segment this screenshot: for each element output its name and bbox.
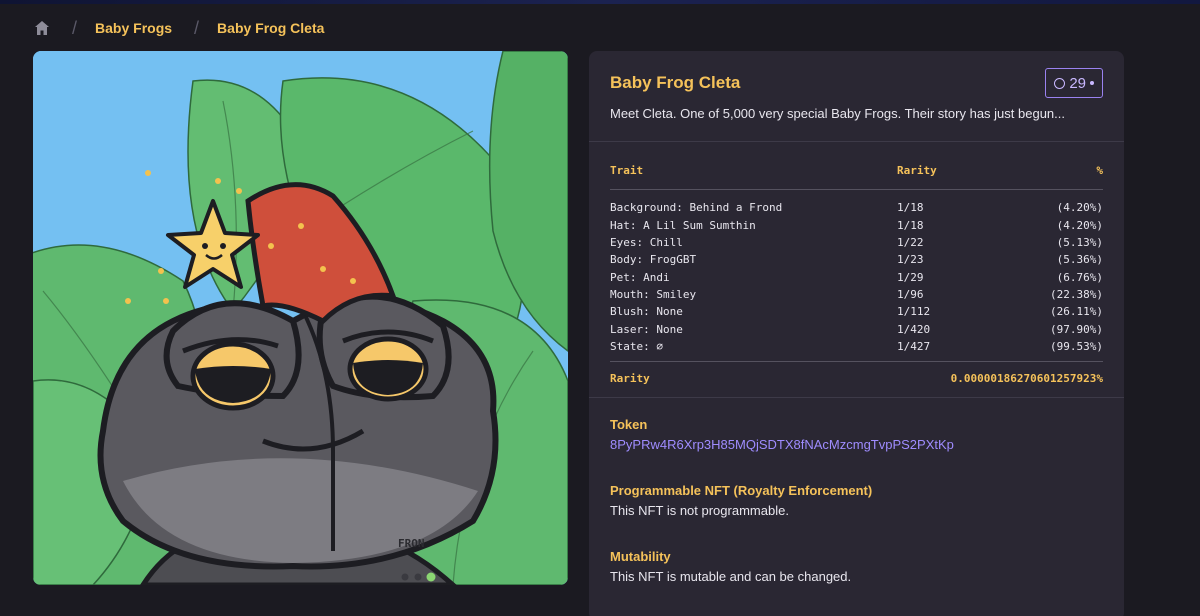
trait-row: Body: FrogGBT 1/23 (5.36%) bbox=[610, 251, 1103, 268]
programmable-label: Programmable NFT (Royalty Enforcement) bbox=[610, 483, 873, 498]
trait-percent: (97.90%) bbox=[1050, 322, 1103, 336]
trait-rarity: 1/22 bbox=[897, 236, 924, 250]
trait-percent: (99.53%) bbox=[1050, 339, 1103, 353]
trait-name: Background: Behind a Frond bbox=[610, 201, 783, 215]
traits-table-body: Background: Behind a Frond 1/18 (4.20%) Hat… bbox=[610, 199, 1103, 362]
trait-percent: (5.13%) bbox=[1056, 236, 1103, 250]
home-icon[interactable] bbox=[34, 20, 50, 36]
trait-rarity: 1/23 bbox=[897, 253, 924, 267]
trait-percent: (22.38%) bbox=[1050, 287, 1103, 301]
trait-percent: (5.36%) bbox=[1056, 253, 1103, 267]
token-section: Token 8PyPRw4R6Xrp3H85MQjSDTX8fNAcMzcmgT… bbox=[589, 417, 1124, 452]
traits-table-header: Trait Rarity % bbox=[610, 162, 1103, 191]
ring-icon bbox=[1054, 77, 1066, 89]
trait-name: State: ∅ bbox=[610, 339, 663, 353]
trait-row: Mouth: Smiley 1/96 (22.38%) bbox=[610, 286, 1103, 303]
breadcrumb-separator: / bbox=[194, 17, 200, 38]
svg-text:FRON: FRON bbox=[398, 537, 425, 550]
trait-column-header: Trait bbox=[610, 164, 644, 178]
traits-table: Trait Rarity % Background: Behind a Fron… bbox=[589, 142, 1124, 398]
trait-percent: (26.11%) bbox=[1050, 305, 1103, 319]
trait-rarity: 1/18 bbox=[897, 201, 924, 215]
trait-row: Hat: A Lil Sum Sumthin 1/18 (4.20%) bbox=[610, 217, 1103, 234]
breadcrumb-separator: / bbox=[72, 17, 78, 38]
trait-row: Pet: Andi 1/29 (6.76%) bbox=[610, 268, 1103, 285]
trait-row: Eyes: Chill 1/22 (5.13%) bbox=[610, 234, 1103, 251]
count-badge[interactable]: 29 bbox=[1045, 68, 1103, 98]
trait-row: Blush: None 1/112 (26.11%) bbox=[610, 303, 1103, 320]
trait-name: Hat: A Lil Sum Sumthin bbox=[610, 218, 756, 232]
mutability-section: Mutability This NFT is mutable and can b… bbox=[589, 549, 1124, 584]
total-rarity-value: 0.00000186270601257923% bbox=[950, 372, 1103, 386]
trait-rarity: 1/427 bbox=[897, 339, 931, 353]
nft-details-panel: Baby Frog Cleta 29 Meet Cleta. One of 5,… bbox=[589, 51, 1124, 616]
trait-name: Pet: Andi bbox=[610, 270, 670, 284]
top-accent-bar bbox=[0, 0, 1200, 4]
mutability-label: Mutability bbox=[610, 549, 671, 564]
breadcrumb-item-current[interactable]: Baby Frog Cleta bbox=[217, 20, 324, 36]
dot-icon bbox=[1090, 81, 1094, 85]
trait-row: State: ∅ 1/427 (99.53%) bbox=[610, 338, 1103, 355]
total-rarity-label: Rarity bbox=[610, 372, 650, 386]
trait-row: Background: Behind a Frond 1/18 (4.20%) bbox=[610, 199, 1103, 216]
trait-rarity: 1/112 bbox=[897, 305, 931, 319]
nft-description: Meet Cleta. One of 5,000 very special Ba… bbox=[610, 106, 1065, 121]
badge-count: 29 bbox=[1069, 74, 1086, 92]
nft-title: Baby Frog Cleta bbox=[610, 73, 741, 92]
programmable-section: Programmable NFT (Royalty Enforcement) T… bbox=[589, 483, 1124, 518]
token-address-link[interactable]: 8PyPRw4R6Xrp3H85MQjSDTX8fNAcMzcmgTvpPS2P… bbox=[610, 437, 1103, 452]
trait-rarity: 1/96 bbox=[897, 287, 924, 301]
total-rarity-row: Rarity 0.00000186270601257923% bbox=[610, 370, 1103, 387]
trait-percent: (4.20%) bbox=[1056, 218, 1103, 232]
trait-name: Eyes: Chill bbox=[610, 236, 683, 250]
trait-name: Body: FrogGBT bbox=[610, 253, 697, 267]
breadcrumb-item-baby-frogs[interactable]: Baby Frogs bbox=[95, 20, 172, 36]
trait-name: Laser: None bbox=[610, 322, 683, 336]
rarity-column-header: Rarity bbox=[897, 164, 937, 178]
percent-column-header: % bbox=[1096, 164, 1103, 178]
trait-row: Laser: None 1/420 (97.90%) bbox=[610, 320, 1103, 337]
trait-name: Mouth: Smiley bbox=[610, 287, 697, 301]
nft-artwork: FRON bbox=[33, 51, 568, 585]
breadcrumb: / Baby Frogs / Baby Frog Cleta bbox=[34, 18, 324, 38]
trait-rarity: 1/18 bbox=[897, 218, 924, 232]
details-header: Baby Frog Cleta 29 Meet Cleta. One of 5,… bbox=[589, 51, 1124, 142]
trait-name: Blush: None bbox=[610, 305, 683, 319]
trait-rarity: 1/29 bbox=[897, 270, 924, 284]
trait-percent: (4.20%) bbox=[1056, 201, 1103, 215]
trait-rarity: 1/420 bbox=[897, 322, 931, 336]
token-label: Token bbox=[610, 417, 648, 432]
programmable-value: This NFT is not programmable. bbox=[610, 503, 789, 518]
mutability-value: This NFT is mutable and can be changed. bbox=[610, 569, 852, 584]
trait-percent: (6.76%) bbox=[1056, 270, 1103, 284]
